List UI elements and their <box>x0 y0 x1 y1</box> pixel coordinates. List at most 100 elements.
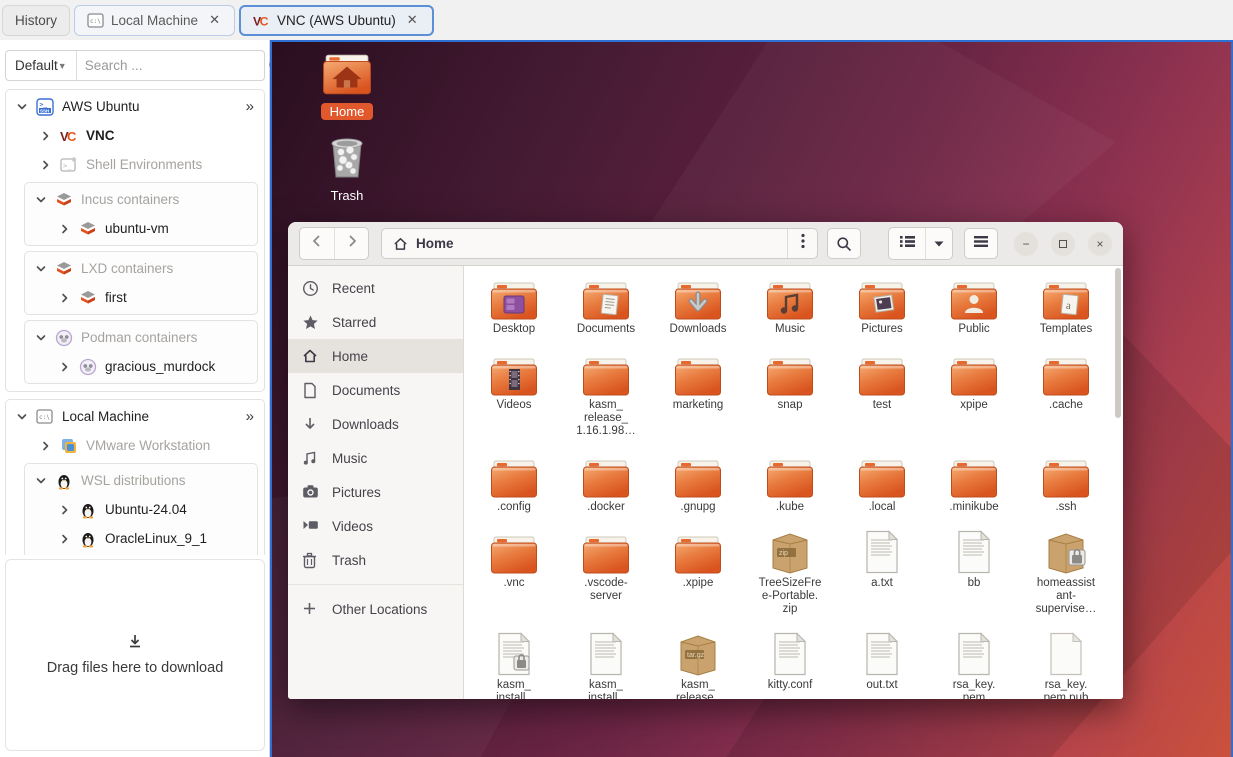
file-item-.cache[interactable]: .cache <box>1021 348 1111 438</box>
places-item-music[interactable]: Music <box>288 441 463 475</box>
file-item-public[interactable]: Public <box>929 272 1019 336</box>
file-item-kasm-release-1.16.1.98-[interactable]: kasm_ release_ 1.16.1.98… <box>561 348 651 438</box>
file-item-.config[interactable]: .config <box>469 450 559 514</box>
more-actions-icon[interactable]: » <box>246 408 254 425</box>
chevron-right-icon[interactable] <box>59 292 71 304</box>
chevron-down-icon[interactable] <box>35 194 47 206</box>
tree-item-vnc[interactable]: VCVNC <box>10 121 260 150</box>
tab-local-machine[interactable]: c:\Local Machine✕ <box>74 5 235 36</box>
chevron-right-icon[interactable] <box>59 361 71 373</box>
search-button[interactable] <box>827 228 861 259</box>
tree-item-incus-containers[interactable]: Incus containers <box>29 185 253 214</box>
places-item-trash[interactable]: Trash <box>288 543 463 577</box>
category-dropdown[interactable]: Default ▼ <box>6 51 77 80</box>
tree-item-vmware-workstation[interactable]: VMware Workstation <box>10 431 260 460</box>
tree-item-podman-containers[interactable]: Podman containers <box>29 323 253 352</box>
file-item-snap[interactable]: snap <box>745 348 835 438</box>
file-item-videos[interactable]: Videos <box>469 348 559 438</box>
file-item-desktop[interactable]: Desktop <box>469 272 559 336</box>
file-item-pictures[interactable]: Pictures <box>837 272 927 336</box>
file-item-.kube[interactable]: .kube <box>745 450 835 514</box>
tree-item-first[interactable]: first <box>29 283 253 312</box>
chevron-down-icon[interactable] <box>16 101 28 113</box>
close-button[interactable]: × <box>1088 232 1112 256</box>
desktop-icon-home[interactable]: Home <box>310 54 384 120</box>
file-item-music[interactable]: Music <box>745 272 835 336</box>
file-item-kasm-install-17354288[interactable]: kasm_ install_ 17354288 <box>561 628 651 699</box>
tree-item-ubuntu-24-04[interactable]: Ubuntu-24.04 <box>29 495 253 524</box>
list-view-button[interactable] <box>889 228 925 259</box>
places-item-starred[interactable]: Starred <box>288 305 463 339</box>
tab-history[interactable]: History <box>2 5 70 36</box>
file-item-templates[interactable]: a Templates <box>1021 272 1111 336</box>
current-location[interactable]: Home <box>382 236 787 251</box>
minimize-button[interactable]: − <box>1014 232 1038 256</box>
tree-item-ubuntu-vm[interactable]: ubuntu-vm <box>29 214 253 243</box>
file-item-test[interactable]: test <box>837 348 927 438</box>
file-item-.vnc[interactable]: .vnc <box>469 526 559 616</box>
tree-item-lxd-containers[interactable]: LXD containers <box>29 254 253 283</box>
desktop-icon-trash[interactable]: Trash <box>310 134 384 204</box>
file-item-marketing[interactable]: marketing <box>653 348 743 438</box>
scrollbar-thumb[interactable] <box>1115 268 1121 418</box>
file-item-a.txt[interactable]: a.txt <box>837 526 927 616</box>
chevron-right-icon[interactable] <box>59 533 71 545</box>
file-item-kasm-install-17354288[interactable]: kasm_ install_ 17354288 <box>469 628 559 699</box>
tree-item-partial[interactable] <box>29 553 253 555</box>
file-item-bb[interactable]: bb <box>929 526 1019 616</box>
places-item-other-locations[interactable]: Other Locations <box>288 592 463 626</box>
close-tab-icon[interactable]: ✕ <box>405 12 420 28</box>
file-item-rsa-key.pem.pub[interactable]: rsa_key. pem.pub <box>1021 628 1111 699</box>
chevron-right-icon[interactable] <box>40 130 52 142</box>
tree-item-gracious-murdock[interactable]: gracious_murdock <box>29 352 253 381</box>
places-item-pictures[interactable]: Pictures <box>288 475 463 509</box>
scrollbar[interactable] <box>1114 268 1122 697</box>
download-drop-zone[interactable]: Drag files here to download <box>5 559 265 751</box>
chevron-down-icon[interactable] <box>35 475 47 487</box>
tree-item-local-machine[interactable]: c:\Local Machine» <box>10 402 260 431</box>
chevron-right-icon[interactable] <box>40 440 52 452</box>
location-menu-button[interactable] <box>787 229 817 258</box>
file-item-.gnupg[interactable]: .gnupg <box>653 450 743 514</box>
file-item-.minikube[interactable]: .minikube <box>929 450 1019 514</box>
view-options-button[interactable] <box>925 228 952 259</box>
search-input[interactable] <box>85 58 262 73</box>
menu-button[interactable] <box>964 228 998 259</box>
tree-item-wsl-distributions[interactable]: WSL distributions <box>29 466 253 495</box>
file-item-kitty.conf[interactable]: kitty.conf <box>745 628 835 699</box>
file-item-treesizefree-portable.zip[interactable]: zip TreeSizeFre e-Portable. zip <box>745 526 835 616</box>
tree-item-aws-ubuntu[interactable]: >_SSHAWS Ubuntu» <box>10 92 260 121</box>
places-item-home[interactable]: Home <box>288 339 463 373</box>
close-tab-icon[interactable]: ✕ <box>207 12 222 28</box>
tree-item-shell-environments[interactable]: >_Shell Environments <box>10 150 260 179</box>
file-item-kasm-release-1.16.1.98[interactable]: tar.gz kasm_ release_ 1.16.1.98 <box>653 628 743 699</box>
places-item-downloads[interactable]: Downloads <box>288 407 463 441</box>
file-item-.vscode-server[interactable]: .vscode- server <box>561 526 651 616</box>
more-actions-icon[interactable]: » <box>246 98 254 115</box>
chevron-right-icon[interactable] <box>59 504 71 516</box>
places-item-recent[interactable]: Recent <box>288 271 463 305</box>
file-item-xpipe[interactable]: xpipe <box>929 348 1019 438</box>
chevron-down-icon[interactable] <box>35 332 47 344</box>
places-item-videos[interactable]: Videos <box>288 509 463 543</box>
tab-vnc-aws-ubuntu-[interactable]: VCVNC (AWS Ubuntu)✕ <box>239 5 434 36</box>
file-item-.ssh[interactable]: .ssh <box>1021 450 1111 514</box>
file-item-.docker[interactable]: .docker <box>561 450 651 514</box>
places-item-documents[interactable]: Documents <box>288 373 463 407</box>
file-item-homeassistant-supervise-[interactable]: homeassist ant- supervise… <box>1021 526 1111 616</box>
maximize-button[interactable] <box>1051 232 1075 256</box>
vnc-remote-desktop[interactable]: Home Trash Home <box>270 40 1233 757</box>
file-item-rsa-key.pem[interactable]: rsa_key. pem <box>929 628 1019 699</box>
file-item-.xpipe[interactable]: .xpipe <box>653 526 743 616</box>
file-item-downloads[interactable]: Downloads <box>653 272 743 336</box>
chevron-right-icon[interactable] <box>59 223 71 235</box>
chevron-right-icon[interactable] <box>40 159 52 171</box>
file-item-documents[interactable]: Documents <box>561 272 651 336</box>
file-item-.local[interactable]: .local <box>837 450 927 514</box>
chevron-down-icon[interactable] <box>35 263 47 275</box>
tree-item-oraclelinux-9-1[interactable]: OracleLinux_9_1 <box>29 524 253 553</box>
chevron-down-icon[interactable] <box>16 411 28 423</box>
forward-button[interactable] <box>334 228 368 259</box>
file-item-out.txt[interactable]: out.txt <box>837 628 927 699</box>
back-button[interactable] <box>300 228 334 259</box>
